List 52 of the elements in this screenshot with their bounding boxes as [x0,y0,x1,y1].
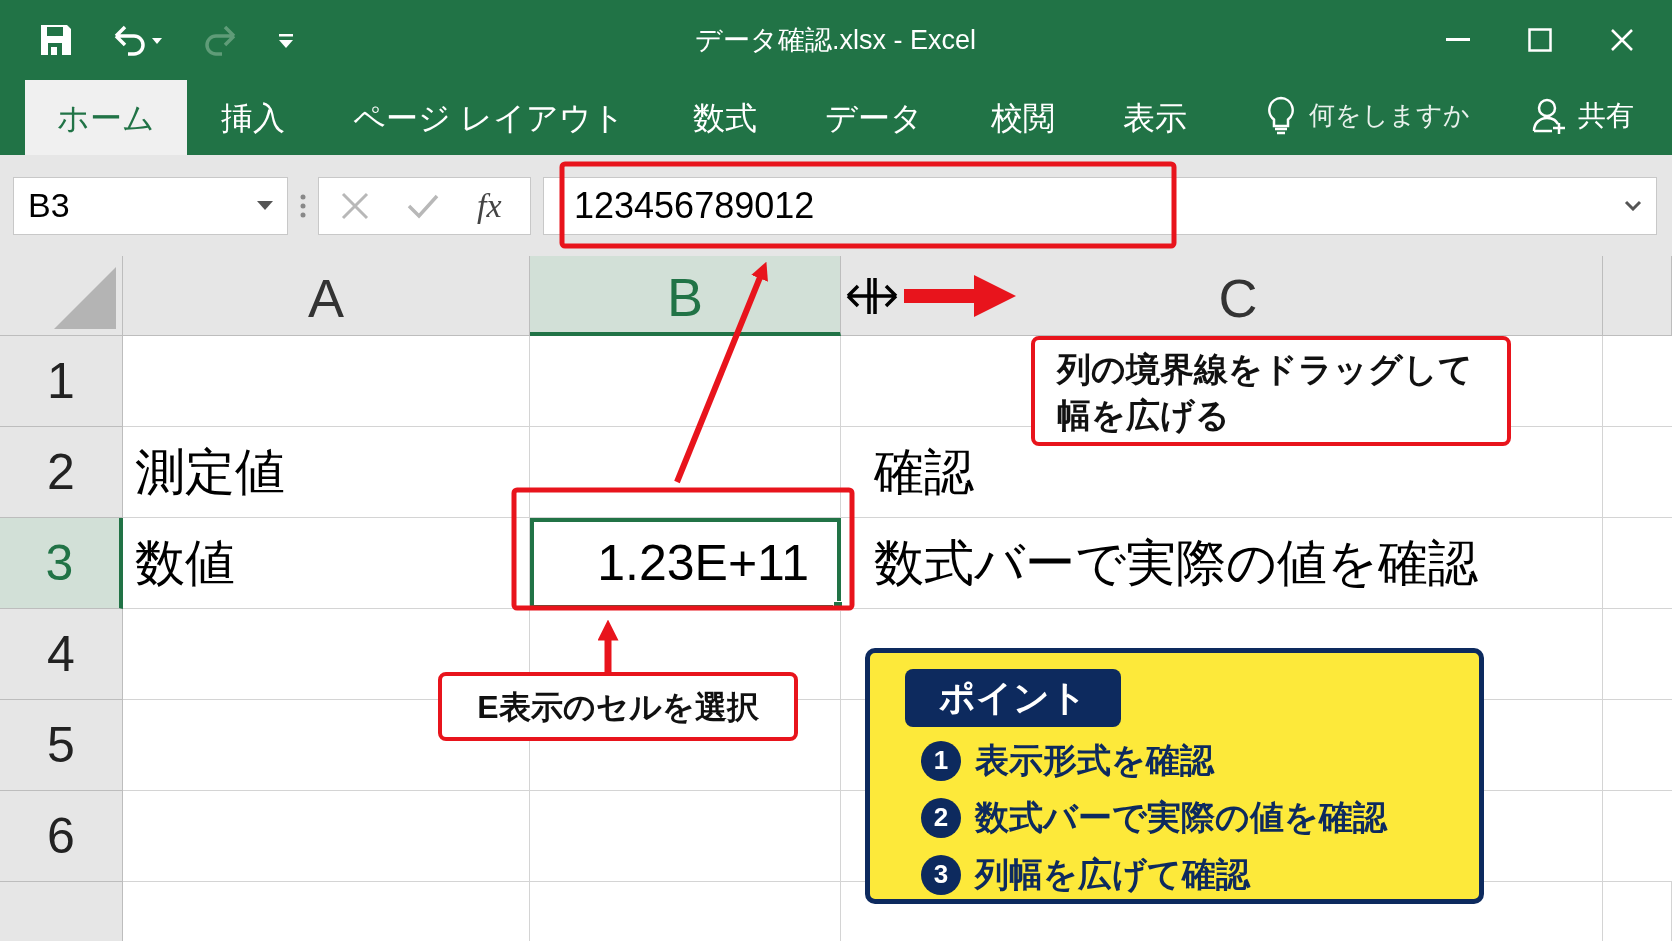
tip-text: 表示形式を確認 [975,740,1214,781]
active-cell[interactable]: 1.23E+11 [530,518,841,609]
row-header[interactable]: 6 [0,791,123,882]
column-header[interactable]: C [874,256,1603,336]
number-badge: 3 [921,854,961,895]
drag-handle-icon[interactable] [300,193,306,218]
name-box[interactable]: B3 [13,176,288,235]
ribbon-tab[interactable]: データ [790,80,957,155]
row-header[interactable]: 5 [0,700,123,791]
column-header[interactable]: B [530,256,841,336]
cell: 数値 [123,518,530,609]
expand-caret-icon[interactable] [1624,200,1642,211]
row-header[interactable]: 2 [0,427,123,518]
cell: 測定値 [123,427,530,518]
share-button[interactable]: 共有 [1578,94,1634,137]
empty-cell[interactable] [530,427,841,518]
lightbulb-icon [1267,95,1295,136]
window-title: データ確認.xlsx - Excel [695,24,977,57]
arrow [597,619,619,672]
ribbon-tab[interactable]: ページ レイアウト [319,80,659,155]
minimize-icon[interactable] [1446,38,1470,42]
tip-title: ポイント [905,669,1121,727]
select-all-corner-icon[interactable] [54,267,116,329]
row-header[interactable]: 3 [0,518,123,609]
tip-text: 列幅を広げて確認 [975,854,1250,895]
insert-function-button[interactable]: fx [477,180,502,231]
ribbon-tab[interactable]: 数式 [658,80,791,155]
column-header[interactable]: A [123,256,530,336]
tell-me-field[interactable]: 何をしますか [1309,96,1470,135]
maximize-icon[interactable] [1528,28,1552,52]
ribbon-tab[interactable]: ホーム [25,80,187,155]
formula-field[interactable]: 123456789012 [543,176,1657,235]
row-header[interactable]: 1 [0,336,123,427]
ribbon-tab[interactable]: 校閲 [956,80,1089,155]
tip-text: 数式バーで実際の値を確認 [975,797,1387,838]
ribbon-tab[interactable]: 挿入 [187,80,319,155]
dropdown-caret-icon [257,201,273,210]
callout-tooltip: E表示のセルを選択 [438,672,798,741]
person-add-icon [1532,96,1566,135]
checkmark-icon[interactable] [407,192,439,219]
cancel-icon[interactable] [341,191,369,220]
row-header[interactable] [0,882,123,941]
ribbon-tab[interactable]: 表示 [1088,80,1221,155]
empty-cell[interactable] [530,791,841,882]
number-badge: 1 [921,740,961,781]
empty-cell[interactable] [530,336,841,427]
number-badge: 2 [921,797,961,838]
save-icon[interactable] [38,22,74,58]
cell: 数式バーで実際の値を確認 [874,518,1603,609]
close-icon[interactable] [1610,28,1634,52]
row-header[interactable]: 4 [0,609,123,700]
resize-cursor-icon [846,276,898,316]
